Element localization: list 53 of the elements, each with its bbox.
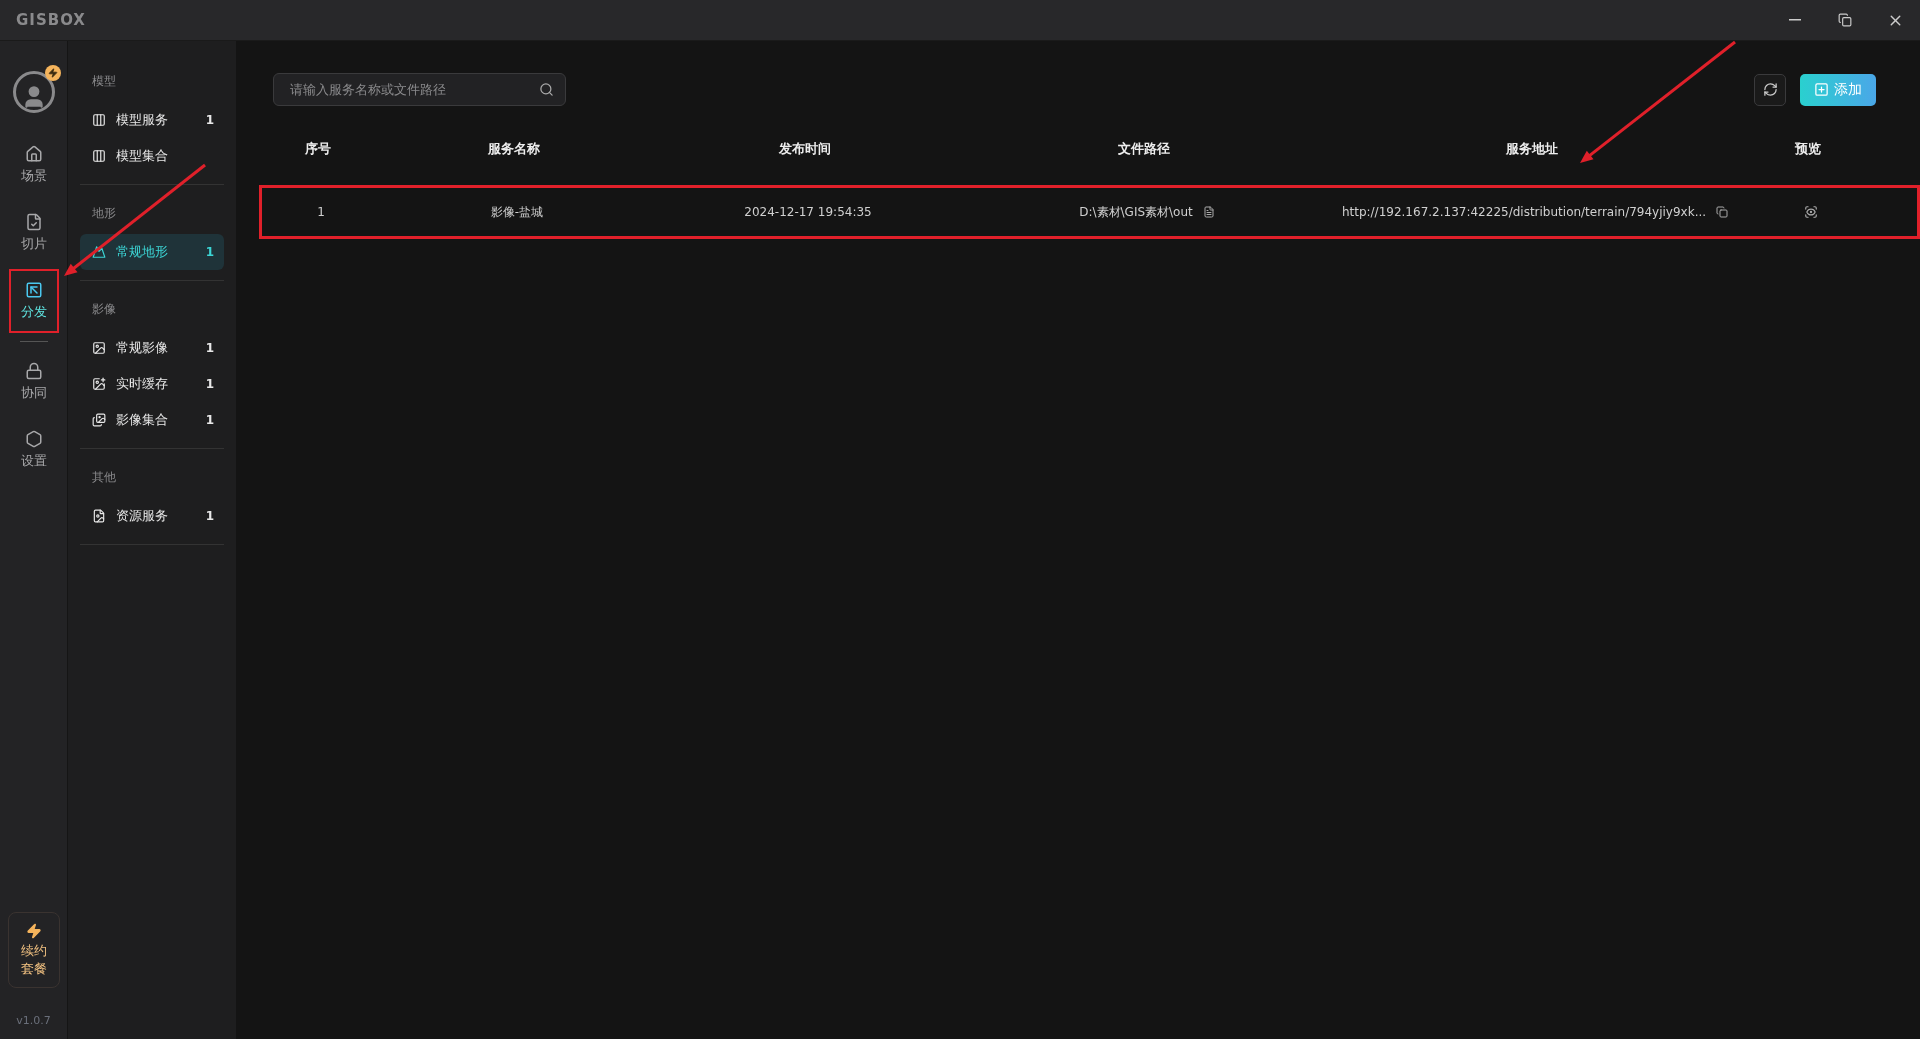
refresh-button[interactable] bbox=[1754, 73, 1786, 106]
column-header: 服务地址 bbox=[1506, 140, 1558, 158]
table-cell: 1 bbox=[317, 205, 325, 219]
preview-icon[interactable] bbox=[1803, 205, 1818, 219]
column-header: 服务名称 bbox=[488, 140, 540, 158]
lock-icon bbox=[24, 362, 43, 380]
lightning-badge-icon bbox=[44, 65, 61, 81]
column-header: 序号 bbox=[305, 140, 331, 158]
house-icon bbox=[24, 145, 43, 163]
table-cell: D:\素材\GIS素材\out bbox=[1079, 203, 1193, 221]
column-header: 预览 bbox=[1794, 140, 1821, 158]
nav-item[interactable]: 模型服务 1 bbox=[80, 102, 224, 138]
count-label: 1 bbox=[205, 509, 214, 523]
group-title: 影像 bbox=[91, 301, 117, 318]
copy-icon[interactable] bbox=[1716, 206, 1729, 218]
table-cell: 2024-12-17 19:54:35 bbox=[744, 205, 872, 219]
group-title: 地形 bbox=[91, 205, 117, 222]
nav-item[interactable]: 常规影像 1 bbox=[80, 330, 224, 366]
rail-item[interactable]: 设置 bbox=[8, 418, 59, 482]
group-title: 其他 bbox=[91, 469, 117, 486]
settings-icon bbox=[24, 430, 43, 448]
rail-item[interactable]: 场景 bbox=[8, 133, 59, 197]
refresh-icon bbox=[1762, 82, 1778, 97]
search-field[interactable]: 请输入服务名称或文件路径 bbox=[273, 73, 566, 106]
rail-item[interactable]: 协同 bbox=[8, 350, 59, 414]
column-header: 发布时间 bbox=[779, 140, 831, 158]
search-icon bbox=[539, 82, 554, 97]
file-icon[interactable] bbox=[1202, 206, 1215, 218]
count-label: 1 bbox=[205, 245, 214, 259]
lightning-icon bbox=[25, 922, 42, 939]
renew-plan-button[interactable]: 续约套餐 bbox=[7, 912, 60, 988]
count-label: 1 bbox=[205, 341, 214, 355]
plus-icon bbox=[1814, 82, 1829, 97]
nav-item[interactable]: 常规地形 1 bbox=[80, 234, 224, 270]
nav-item[interactable]: 实时缓存 1 bbox=[80, 366, 224, 402]
rail-item[interactable]: 分发 bbox=[8, 269, 59, 333]
group-title: 模型 bbox=[91, 73, 117, 90]
minimize-icon bbox=[1789, 19, 1801, 21]
document-check-icon bbox=[24, 213, 43, 231]
table-cell: http://192.167.2.137:42225/distribution/terrain/794yjiy9xk... bbox=[1341, 205, 1707, 219]
table-cell: 影像-盐城 bbox=[490, 203, 544, 221]
count-label: 1 bbox=[205, 113, 214, 127]
version-label: v1.0.7 bbox=[16, 1014, 51, 1027]
column-header: 文件路径 bbox=[1118, 140, 1170, 158]
nav-item[interactable]: 资源服务 1 bbox=[80, 498, 224, 534]
nav-item[interactable]: 模型集合 bbox=[80, 138, 224, 174]
count-label: 1 bbox=[205, 377, 214, 391]
count-label: 1 bbox=[205, 413, 214, 427]
arrow-square-icon bbox=[24, 281, 43, 299]
nav-item[interactable]: 影像集合 1 bbox=[80, 402, 224, 438]
restore-icon bbox=[1838, 13, 1852, 27]
rail-item[interactable]: 切片 bbox=[8, 201, 59, 265]
app-logo: GISBOX bbox=[16, 11, 86, 29]
